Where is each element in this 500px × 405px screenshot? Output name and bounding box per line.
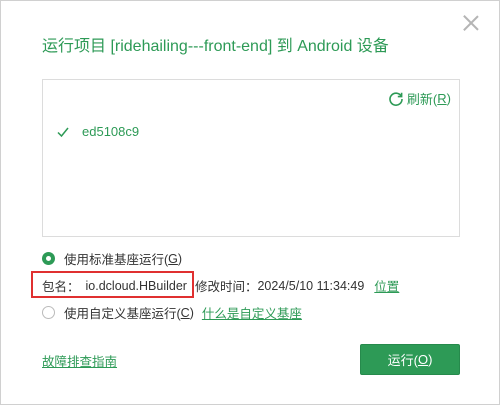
standard-base-radio[interactable]: [42, 252, 55, 265]
custom-base-label-suffix: ): [189, 305, 194, 320]
location-link[interactable]: 位置: [374, 276, 399, 295]
custom-base-shortcut-key: C: [180, 305, 190, 320]
troubleshoot-link[interactable]: 故障排查指南: [42, 351, 117, 370]
close-icon[interactable]: [461, 13, 481, 33]
standard-base-label: 使用标准基座运行(: [64, 253, 169, 267]
run-shortcut-key: O: [417, 352, 429, 367]
check-icon: [57, 127, 69, 137]
custom-base-label: 使用自定义基座运行(: [64, 307, 181, 321]
standard-base-shortcut-key: G: [168, 251, 178, 266]
modified-value: 2024/5/10 11:34:49: [257, 278, 365, 293]
package-highlight-box: [31, 271, 194, 298]
refresh-icon: [389, 91, 403, 106]
standard-base-option[interactable]: 使用标准基座运行(G): [42, 249, 182, 268]
device-name: ed5108c9: [82, 124, 140, 139]
refresh-button[interactable]: 刷新(R): [388, 89, 451, 108]
device-item[interactable]: ed5108c9: [57, 124, 139, 139]
refresh-label: 刷新(: [406, 92, 438, 107]
run-label: 运行(: [387, 353, 418, 368]
custom-base-radio[interactable]: [42, 306, 55, 319]
run-to-android-dialog: 运行项目 [ridehailing---front-end] 到 Android…: [0, 0, 500, 405]
refresh-label-suffix: ): [446, 91, 451, 106]
modified-label: 修改时间：: [194, 280, 258, 294]
dialog-title: 运行项目 [ridehailing---front-end] 到 Android…: [42, 38, 389, 55]
custom-base-option[interactable]: 使用自定义基座运行(C) 什么是自定义基座: [42, 303, 302, 322]
device-list: 刷新(R) ed5108c9: [42, 79, 460, 237]
custom-base-help-link[interactable]: 什么是自定义基座: [202, 303, 302, 322]
run-label-suffix: ): [428, 352, 433, 367]
refresh-shortcut-key: R: [437, 91, 447, 106]
run-button[interactable]: 运行(O): [360, 344, 460, 375]
standard-base-label-suffix: ): [177, 251, 183, 266]
